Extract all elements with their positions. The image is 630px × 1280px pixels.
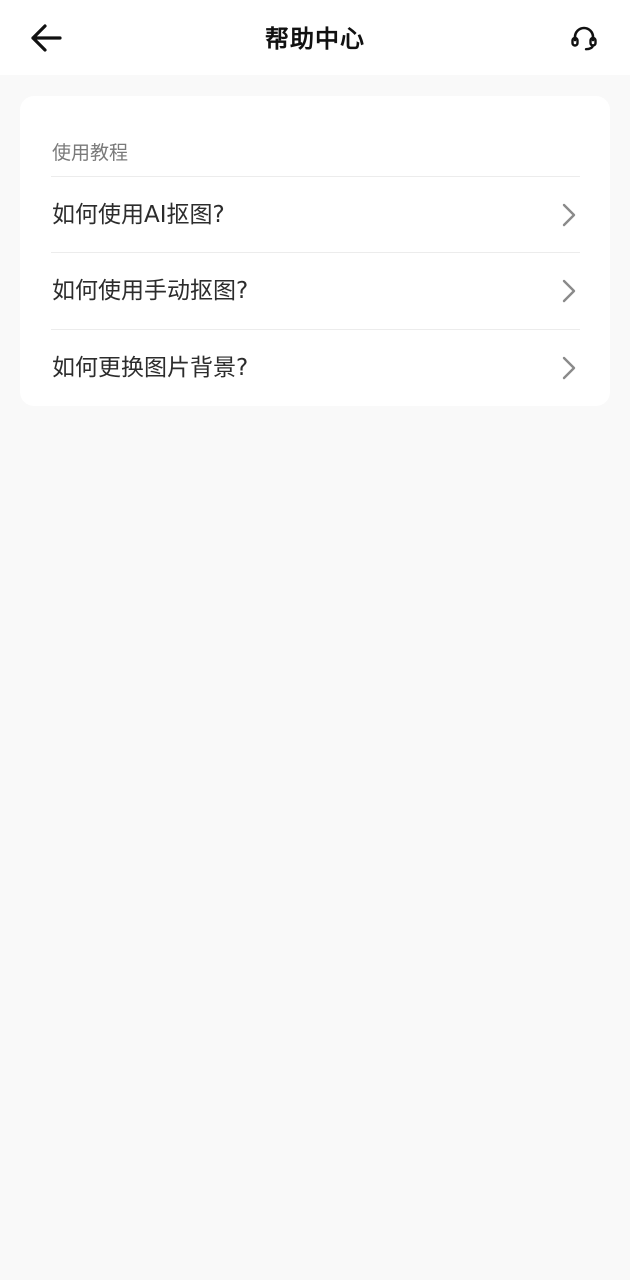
tutorial-item-change-background[interactable]: 如何更换图片背景? bbox=[20, 330, 610, 406]
help-center-screen: 帮助中心 使用教程 如何使用AI抠图? 如何使用手动抠图? 如何更换图片背景? bbox=[0, 0, 630, 1280]
headset-icon bbox=[571, 26, 597, 51]
tutorial-item-label: 如何更换图片背景? bbox=[52, 355, 249, 381]
section-title: 使用教程 bbox=[52, 142, 129, 164]
page-title: 帮助中心 bbox=[265, 25, 365, 53]
tutorial-item-ai-cutout[interactable]: 如何使用AI抠图? bbox=[20, 177, 610, 253]
top-bar: 帮助中心 bbox=[0, 0, 630, 75]
chevron-right-icon bbox=[562, 203, 576, 227]
tutorial-item-label: 如何使用手动抠图? bbox=[52, 278, 249, 304]
tutorial-item-label: 如何使用AI抠图? bbox=[52, 202, 225, 228]
chevron-right-icon bbox=[562, 356, 576, 380]
chevron-right-icon bbox=[562, 279, 576, 303]
customer-service-button[interactable] bbox=[562, 16, 606, 60]
tutorial-item-manual-cutout[interactable]: 如何使用手动抠图? bbox=[20, 253, 610, 329]
